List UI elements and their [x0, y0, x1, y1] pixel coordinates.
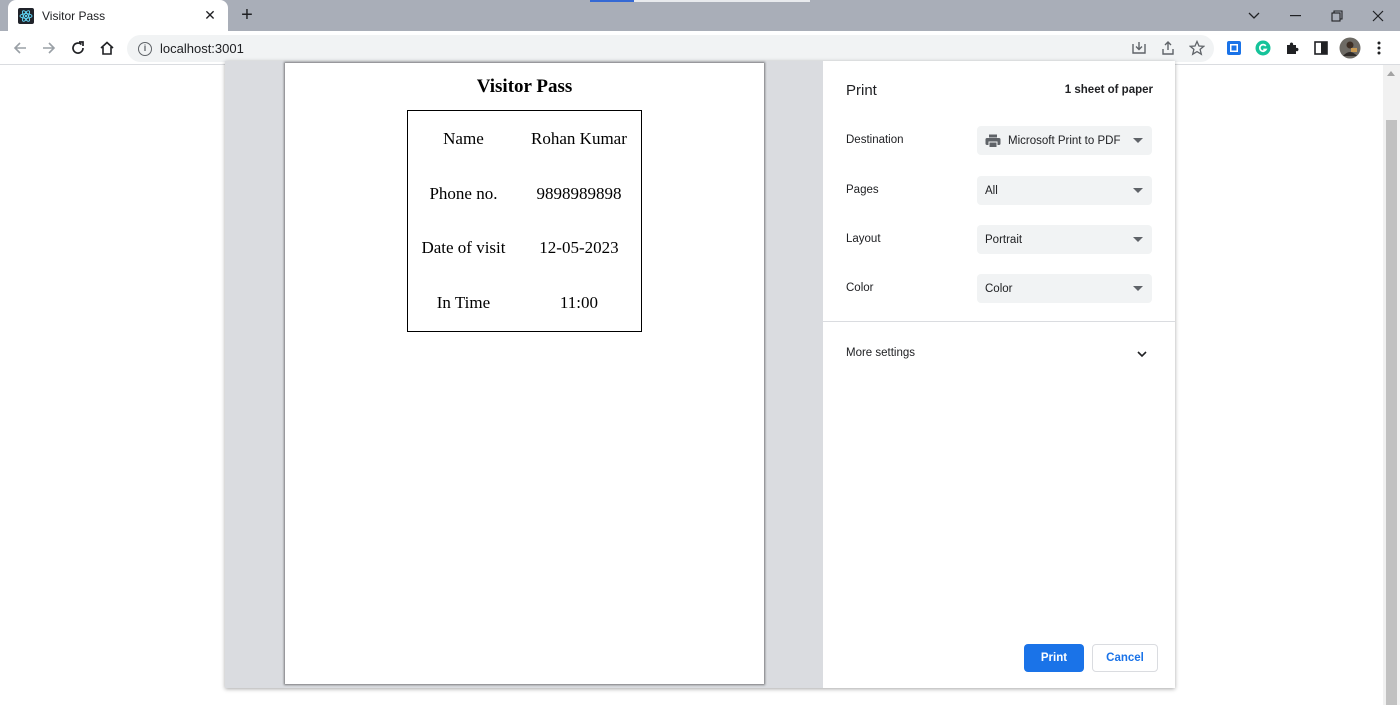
- tab-strip: Visitor Pass ✕ +: [0, 0, 1400, 31]
- profile-avatar[interactable]: [1338, 36, 1362, 60]
- react-icon: [18, 7, 34, 24]
- pass-value: 12-05-2023: [539, 238, 619, 258]
- settings-divider: [823, 321, 1175, 322]
- url-text: localhost:3001: [160, 41, 244, 56]
- pages-value: All: [985, 184, 998, 197]
- preview-paper: Visitor Pass Name Rohan Kumar Phone no. …: [285, 63, 764, 684]
- minimize-icon[interactable]: [1274, 0, 1318, 31]
- pass-value: Rohan Kumar: [531, 129, 627, 149]
- back-icon[interactable]: [8, 36, 32, 60]
- side-panel-icon[interactable]: [1309, 36, 1333, 60]
- chevron-down-icon: [1133, 286, 1143, 291]
- screenshot-extension-icon[interactable]: [1222, 36, 1246, 60]
- destination-label: Destination: [846, 134, 904, 146]
- visitor-pass-title: Visitor Pass: [476, 76, 573, 97]
- tab-strip-indicator-light: [634, 0, 810, 2]
- chevron-down-icon: [1133, 188, 1143, 193]
- print-settings-panel: Print 1 sheet of paper Destination Micro…: [823, 61, 1175, 688]
- layout-label: Layout: [846, 233, 881, 245]
- table-row: In Time 11:00: [410, 277, 639, 330]
- pass-label: Name: [443, 129, 484, 149]
- tab-strip-indicator: [590, 0, 634, 2]
- table-row: Name Rohan Kumar: [410, 113, 639, 166]
- scroll-up-icon[interactable]: [1387, 71, 1395, 76]
- browser-menu-icon[interactable]: [1367, 36, 1391, 60]
- pages-label: Pages: [846, 184, 879, 196]
- page-scrollbar[interactable]: [1383, 65, 1400, 705]
- tab-close-icon[interactable]: ✕: [202, 7, 218, 24]
- home-icon[interactable]: [95, 36, 119, 60]
- printer-icon: [985, 134, 1001, 148]
- table-row: Phone no. 9898989898: [410, 168, 639, 221]
- expand-chevron-icon[interactable]: [1135, 347, 1149, 361]
- table-row: Date of visit 12-05-2023: [410, 222, 639, 275]
- bookmark-star-icon[interactable]: [1185, 36, 1209, 60]
- sheet-count: 1 sheet of paper: [1064, 84, 1153, 96]
- pass-label: In Time: [436, 292, 491, 312]
- destination-select[interactable]: Microsoft Print to PDF: [977, 126, 1152, 155]
- pass-label: Phone no.: [429, 183, 498, 203]
- site-info-icon[interactable]: i: [138, 41, 152, 56]
- new-tab-button[interactable]: +: [236, 4, 258, 26]
- tab-visitor-pass[interactable]: Visitor Pass ✕: [8, 0, 228, 31]
- share-icon[interactable]: [1156, 36, 1180, 60]
- print-preview-area: Visitor Pass Name Rohan Kumar Phone no. …: [225, 61, 823, 688]
- browser-toolbar: i localhost:3001: [0, 31, 1400, 65]
- print-header: Print: [846, 82, 877, 99]
- pass-label: Date of visit: [421, 238, 506, 258]
- visitor-pass-table: Name Rohan Kumar Phone no. 9898989898 Da…: [407, 110, 642, 332]
- forward-icon[interactable]: [37, 36, 61, 60]
- layout-value: Portrait: [985, 233, 1023, 246]
- pass-value: 11:00: [559, 292, 598, 312]
- window-close-icon[interactable]: [1356, 0, 1400, 31]
- pass-value: 9898989898: [536, 183, 622, 203]
- print-button[interactable]: Print: [1024, 644, 1084, 672]
- restore-icon[interactable]: [1315, 0, 1359, 31]
- pages-select[interactable]: All: [977, 176, 1152, 205]
- color-label: Color: [846, 282, 874, 294]
- tab-title: Visitor Pass: [42, 8, 106, 23]
- reload-icon[interactable]: [66, 36, 90, 60]
- color-select[interactable]: Color: [977, 274, 1152, 303]
- grammarly-icon[interactable]: [1251, 36, 1275, 60]
- extensions-puzzle-icon[interactable]: [1280, 36, 1304, 60]
- more-settings-toggle[interactable]: More settings: [846, 347, 915, 359]
- scrollbar-thumb[interactable]: [1386, 120, 1397, 705]
- destination-value: Microsoft Print to PDF: [1008, 134, 1121, 147]
- install-app-icon[interactable]: [1127, 36, 1151, 60]
- print-dialog: Visitor Pass Name Rohan Kumar Phone no. …: [225, 61, 1175, 688]
- tab-search-icon[interactable]: [1232, 0, 1276, 31]
- chevron-down-icon: [1133, 237, 1143, 242]
- color-value: Color: [985, 282, 1013, 295]
- cancel-button[interactable]: Cancel: [1092, 644, 1158, 672]
- address-bar[interactable]: i localhost:3001: [127, 35, 1214, 62]
- chevron-down-icon: [1133, 138, 1143, 143]
- layout-select[interactable]: Portrait: [977, 225, 1152, 254]
